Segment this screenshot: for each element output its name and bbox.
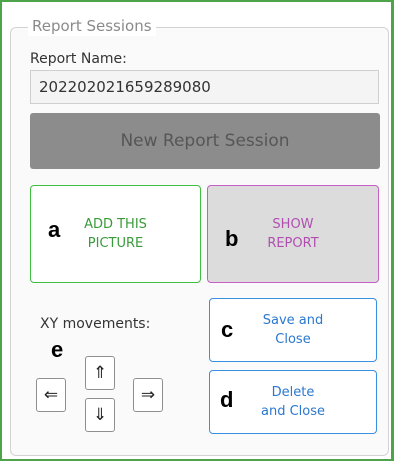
add-picture-label-line1: ADD THIS (84, 217, 147, 232)
annotation-letter-d: d (220, 387, 234, 412)
show-report-label-line2: REPORT (267, 236, 319, 251)
save-close-label-line2: Close (275, 332, 311, 347)
move-down-button[interactable]: ⇓ (85, 398, 115, 432)
annotation-letter-a: a (48, 217, 61, 242)
arrow-left-icon: ⇐ (43, 385, 59, 405)
delete-close-label-line1: Delete (271, 385, 315, 400)
show-report-label-line1: SHOW (272, 217, 314, 232)
delete-close-label-line2: and Close (260, 404, 325, 419)
move-up-button[interactable]: ⇑ (85, 356, 115, 390)
save-and-close-button[interactable]: Save and Close (209, 298, 377, 362)
report-name-input[interactable] (30, 70, 379, 104)
save-close-label-line1: Save and (262, 313, 324, 328)
xy-movements-label: XY movements: (40, 316, 151, 332)
annotation-letter-b: b (225, 226, 239, 251)
fieldset-legend: Report Sessions (28, 16, 156, 36)
arrow-right-icon: ⇒ (140, 385, 156, 405)
report-name-label: Report Name: (30, 51, 127, 67)
add-picture-label-line2: PICTURE (87, 236, 144, 251)
arrow-down-icon: ⇓ (92, 405, 108, 425)
arrow-up-icon: ⇑ (92, 363, 108, 383)
annotation-letter-c: c (221, 317, 234, 342)
move-left-button[interactable]: ⇐ (36, 378, 66, 412)
move-right-button[interactable]: ⇒ (133, 378, 163, 412)
annotation-letter-e: e (51, 337, 64, 362)
delete-and-close-button[interactable]: Delete and Close (209, 370, 377, 434)
new-report-session-button[interactable]: New Report Session (30, 113, 380, 169)
